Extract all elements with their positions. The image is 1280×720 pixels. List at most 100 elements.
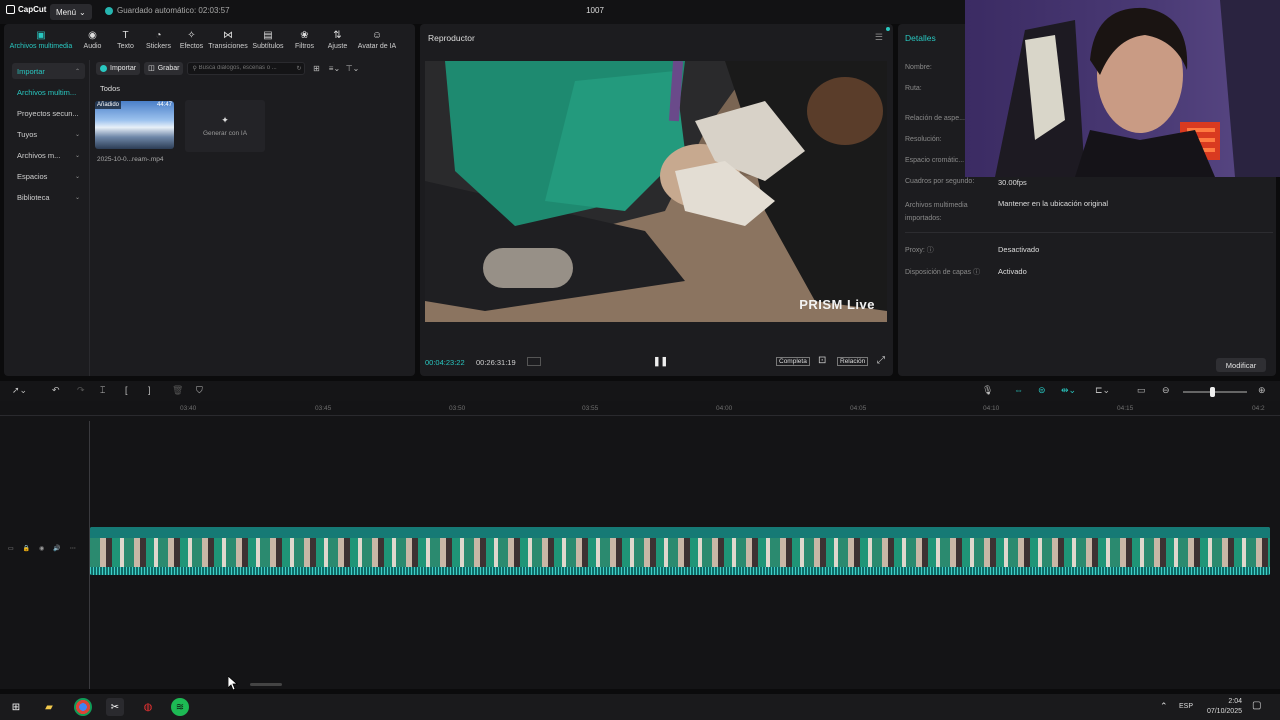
clip-duration: 44:47 <box>156 102 172 108</box>
media-clip-thumbnail[interactable]: Añadido 44:47 <box>95 101 174 149</box>
focus-icon[interactable]: ⊡ <box>818 355 826 366</box>
tab-media[interactable]: ▣ Archivos multimedia <box>6 24 76 56</box>
media-sidebar: Importar ⌃ Archivos multim... Proyectos s… <box>8 60 90 376</box>
video-preview[interactable]: PRISM Live <box>425 61 887 322</box>
spotify-icon[interactable]: ≋ <box>171 698 189 716</box>
grid-view-icon[interactable]: ⊞ <box>309 64 323 73</box>
autosave-status: Guardado automático: 02:03:57 <box>105 6 230 15</box>
trim-left-icon[interactable]: [ <box>125 385 128 395</box>
hamburger-menu-icon[interactable]: ☰ <box>875 32 883 43</box>
speaker-icon[interactable]: 🔊 <box>53 545 60 552</box>
tab-label: Avatar de IA <box>357 42 397 50</box>
menu-label: Menú <box>56 7 77 17</box>
zoom-in-icon[interactable]: ⊕ <box>1258 385 1266 396</box>
chrome-icon[interactable] <box>74 698 92 716</box>
divider <box>905 232 1273 233</box>
chevron-up-icon[interactable]: ⌃ <box>1160 701 1168 712</box>
cover-icon[interactable]: ▭ <box>8 545 14 552</box>
generate-ai-button[interactable]: ✦ Generar con IA <box>185 100 265 152</box>
detail-value-fps: 30.00fps <box>998 178 1027 187</box>
zoom-slider[interactable] <box>1183 391 1247 393</box>
tab-effects[interactable]: ✧ Efectos <box>175 24 208 56</box>
clock[interactable]: 2:04 07/10/2025 <box>1200 697 1242 717</box>
tab-label: Audio <box>83 42 102 50</box>
sort-icon[interactable]: ≡⌄ <box>327 64 341 73</box>
tab-transitions[interactable]: ⋈ Transiciones <box>208 24 248 56</box>
tab-label: Subtítulos <box>252 42 284 50</box>
zoom-out-icon[interactable]: ⊖ <box>1162 385 1170 396</box>
snap-icon[interactable]: ⇹⌄ <box>1061 385 1076 396</box>
language-indicator[interactable]: ESP <box>1179 703 1193 710</box>
record-button[interactable]: ◫ Grabar <box>144 61 184 75</box>
filter-icon[interactable]: ⊤⌄ <box>345 64 360 73</box>
shield-icon[interactable]: ⛉ <box>196 385 203 396</box>
tab-text[interactable]: T Texto <box>109 24 142 56</box>
fullscreen-icon[interactable]: ⤢ <box>877 355 885 366</box>
ruler-tick: 04:10 <box>983 405 1000 412</box>
zoom-slider-handle[interactable] <box>1210 387 1215 397</box>
redo-icon[interactable]: ↷ <box>77 385 85 396</box>
filters-icon: ❀ <box>300 29 309 41</box>
capcut-taskbar-icon[interactable]: ✂ <box>106 698 124 716</box>
ruler-tick: 04:2 <box>1252 405 1265 412</box>
pause-button[interactable]: ❚❚ <box>653 356 668 367</box>
horizontal-scrollbar[interactable] <box>250 683 282 686</box>
added-badge: Añadido <box>95 101 122 109</box>
microphone-icon[interactable]: 🎙 <box>982 385 993 396</box>
search-input[interactable] <box>198 65 295 71</box>
sidebar-item-label: Espacios <box>17 171 48 181</box>
tab-filters[interactable]: ❀ Filtros <box>288 24 321 56</box>
sidebar-item-media-files[interactable]: Archivos multim... <box>12 84 85 100</box>
sidebar-item-spaces[interactable]: Espacios ⌄ <box>12 168 85 184</box>
tab-audio[interactable]: ◉ Audio <box>76 24 109 56</box>
grid-overlay-icon[interactable] <box>527 357 541 366</box>
current-time: 00:04:23:22 <box>425 358 465 367</box>
clock-date: 07/10/2025 <box>1206 708 1242 715</box>
aspect-ratio-button[interactable]: Relación <box>837 357 869 366</box>
sidebar-item-media-archive[interactable]: Archivos m... ⌄ <box>12 147 85 163</box>
capcut-logo-icon <box>6 5 15 14</box>
caption-icon[interactable]: ▭ <box>1137 385 1146 396</box>
tab-ai-avatar[interactable]: ☺ Avatar de IA <box>354 24 400 56</box>
project-name[interactable]: 1007 <box>560 6 630 15</box>
split-icon[interactable]: ⌶ <box>100 385 105 396</box>
refresh-icon[interactable]: ↻ <box>296 65 301 72</box>
ruler-tick: 04:15 <box>1117 405 1134 412</box>
ruler-line <box>0 415 1280 416</box>
tab-adjust[interactable]: ⇅ Ajuste <box>321 24 354 56</box>
notifications-icon[interactable]: ▢ <box>1252 700 1261 711</box>
link-main-track-icon[interactable]: ⇔ <box>1014 385 1023 395</box>
detail-value-imported-media: Mantener en la ubicación original <box>998 199 1109 208</box>
eye-icon[interactable]: ◉ <box>39 545 44 552</box>
tab-label: Transiciones <box>208 42 248 50</box>
audio-icon: ◉ <box>88 29 97 41</box>
cloud-sync-icon <box>105 6 113 15</box>
preview-axis-icon[interactable]: ⊏⌄ <box>1095 385 1110 396</box>
undo-icon[interactable]: ↶ <box>52 385 60 396</box>
trim-right-icon[interactable]: ] <box>148 385 151 395</box>
import-button[interactable]: Importar <box>96 61 141 75</box>
ruler-tick: 04:00 <box>716 405 733 412</box>
more-icon[interactable]: ⋯ <box>70 545 76 552</box>
magnet-icon[interactable]: ⊜ <box>1038 385 1046 396</box>
tab-subtitles[interactable]: ▤ Subtítulos <box>248 24 288 56</box>
sidebar-item-yours[interactable]: Tuyos ⌄ <box>12 126 85 142</box>
lock-icon[interactable]: 🔒 <box>23 545 30 552</box>
detail-label-layers: Disposición de capas ⓘ <box>905 269 981 276</box>
file-explorer-icon[interactable]: ▰ <box>40 698 58 716</box>
menu-button[interactable]: Menú ⌄ <box>50 4 92 20</box>
sidebar-item-secondary-projects[interactable]: Proyectos secun... <box>12 105 85 121</box>
media-icon: ▣ <box>36 29 46 41</box>
prism-live-icon[interactable]: ◍ <box>139 698 157 716</box>
windows-start-icon[interactable]: ⊞ <box>7 698 25 716</box>
sidebar-item-import[interactable]: Importar ⌃ <box>12 63 85 79</box>
modify-button[interactable]: Modificar <box>1216 358 1266 372</box>
full-quality-button[interactable]: Completa <box>776 357 810 366</box>
select-tool-icon[interactable]: ➚⌄ <box>12 385 27 396</box>
tab-stickers[interactable]: ◔ Stickers <box>142 24 175 56</box>
video-clip[interactable] <box>90 527 1270 575</box>
delete-icon[interactable]: 🗑 <box>172 385 183 396</box>
sidebar-item-library[interactable]: Biblioteca ⌄ <box>12 189 85 205</box>
detail-value-layers: Activado <box>998 267 1027 276</box>
mouse-cursor-icon <box>228 676 238 690</box>
